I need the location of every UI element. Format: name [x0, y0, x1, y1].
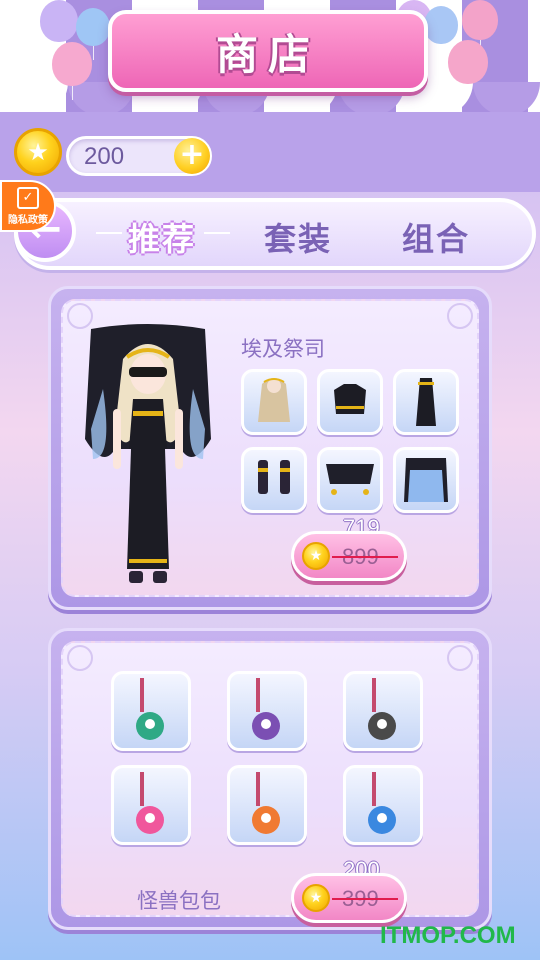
monster-bag-icon: [252, 772, 280, 834]
star-coin-icon: ★: [302, 884, 330, 912]
set-name: 埃及祭司: [241, 337, 325, 361]
star-coin-icon: ★: [302, 542, 330, 570]
item-tile-bag-orange[interactable]: [227, 765, 307, 845]
item-tile-skirt[interactable]: [393, 369, 459, 435]
veil-icon: [404, 458, 448, 502]
item-tile-top[interactable]: [317, 369, 383, 435]
tab-sets[interactable]: 套装: [264, 214, 332, 260]
top-icon: [334, 384, 366, 414]
bag-set-card[interactable]: 怪兽包包 200 ★ 399: [48, 628, 492, 930]
balloon-icon: [462, 0, 498, 54]
balloon-icon: [448, 40, 488, 98]
star-coin-icon: ★: [14, 128, 62, 176]
watermark: ITMOP.COM: [380, 922, 516, 949]
item-tile-shoes[interactable]: [241, 447, 307, 513]
shoes-icon: [258, 460, 290, 494]
character-preview: [85, 324, 211, 583]
balloon-icon: [40, 0, 78, 56]
buy-bag-button[interactable]: ★ 399: [291, 873, 407, 923]
set-name: 怪兽包包: [137, 889, 221, 913]
currency-amount: 200: [84, 143, 125, 170]
ornament-icon: [447, 303, 473, 329]
price-strikethrough: [332, 556, 398, 558]
tab-decoration: [204, 232, 230, 234]
crown-icon: [326, 464, 374, 495]
monster-bag-icon: [252, 678, 280, 740]
item-tile-bag-pink[interactable]: [111, 765, 191, 845]
price-strikethrough: [332, 898, 398, 900]
balloon-icon: [424, 6, 458, 58]
tab-recommend[interactable]: 推荐: [128, 214, 196, 260]
buy-outfit-button[interactable]: ★ 899: [291, 531, 407, 581]
hair-icon: [258, 378, 290, 422]
shop-title-banner: 商店: [108, 10, 428, 92]
monster-bag-icon: [136, 678, 164, 740]
add-currency-button[interactable]: +: [174, 138, 210, 174]
balloon-icon: [52, 42, 92, 100]
item-tile-hair[interactable]: [241, 369, 307, 435]
monster-bag-icon: [136, 772, 164, 834]
item-tile-crown[interactable]: [317, 447, 383, 513]
document-shield-icon: ✓: [17, 186, 39, 209]
skirt-icon: [416, 378, 436, 426]
item-tile-bag-blue[interactable]: [343, 765, 423, 845]
privacy-policy-button[interactable]: ✓ 隐私政策: [0, 180, 56, 232]
item-tile-veil[interactable]: [393, 447, 459, 513]
tab-decoration: [96, 232, 122, 234]
ornament-icon: [447, 645, 473, 671]
outfit-set-card[interactable]: 埃及祭司 719 ★ 899: [48, 286, 492, 610]
tab-combos[interactable]: 组合: [402, 214, 470, 260]
monster-bag-icon: [368, 772, 396, 834]
page-title: 商店: [215, 29, 320, 79]
monster-bag-icon: [368, 678, 396, 740]
ornament-icon: [67, 645, 93, 671]
item-tile-bag-green[interactable]: [111, 671, 191, 751]
balloon-icon: [76, 8, 110, 60]
item-tile-bag-black[interactable]: [343, 671, 423, 751]
item-tile-bag-purple[interactable]: [227, 671, 307, 751]
privacy-policy-label: 隐私政策: [8, 214, 48, 226]
